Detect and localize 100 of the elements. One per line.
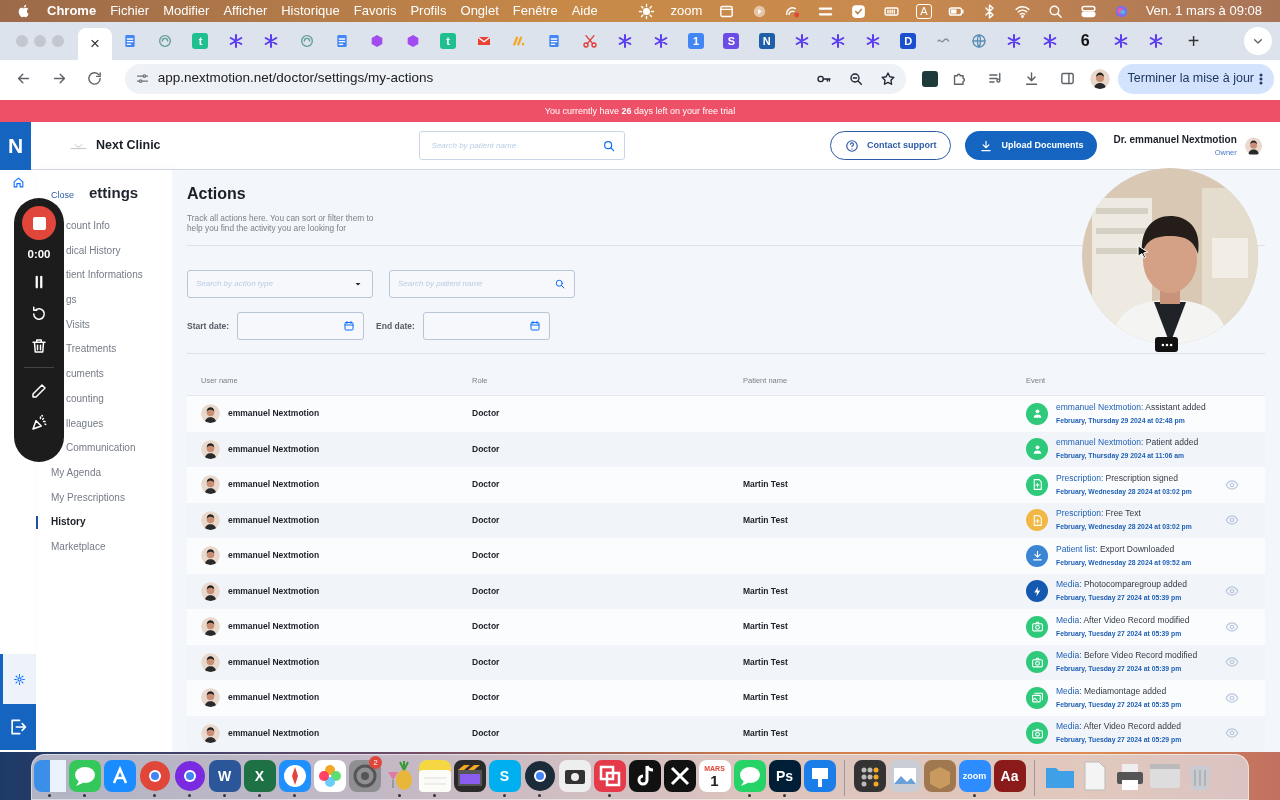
letter-app-icon[interactable]: X: [243, 760, 276, 792]
sidebar-item[interactable]: My Agenda: [51, 460, 102, 486]
menu-item[interactable]: Aide: [564, 1, 605, 21]
browser-tab[interactable]: 6: [1067, 26, 1103, 56]
browser-tab[interactable]: N: [749, 26, 785, 56]
user-name-cell: emmanuel Nextmotion: [228, 407, 320, 421]
letter-icon: S: [723, 33, 740, 49]
event-text: Media: Mediamontage added: [1056, 685, 1168, 697]
patient-name-cell-text: Martin Test: [743, 513, 789, 527]
user-name-cell: emmanuel Nextmotion: [228, 442, 320, 456]
patient-name-cell-text: Martin Test: [743, 478, 789, 492]
sidebar-item[interactable]: Treatments: [66, 337, 117, 363]
letter-app-icon[interactable]: zoom: [958, 760, 991, 792]
sidebar-item[interactable]: Marketplace: [51, 534, 106, 560]
checkmark-icon[interactable]: [850, 2, 868, 20]
clapperboard-icon[interactable]: [453, 760, 486, 792]
effects-button[interactable]: [30, 414, 48, 433]
sidebar-item[interactable]: lleagues: [66, 411, 104, 437]
squares-icon[interactable]: [593, 760, 626, 792]
browser-tab[interactable]: S: [713, 26, 750, 56]
sidebar-item[interactable]: count Info: [66, 214, 110, 239]
letter-icon: D: [900, 33, 917, 49]
start-date-field[interactable]: [237, 312, 365, 340]
search-icon: [601, 138, 616, 153]
browser-tab[interactable]: D: [890, 26, 926, 56]
sun-icon[interactable]: [637, 2, 655, 20]
logout-button[interactable]: [0, 704, 36, 750]
profile-avatar[interactable]: [1089, 68, 1110, 89]
sidebar-item[interactable]: dical History: [66, 238, 121, 264]
menu-item[interactable]: Chrome: [40, 1, 104, 21]
sidebar-item[interactable]: tient Informations: [66, 263, 143, 289]
close-link[interactable]: Close: [51, 189, 74, 201]
podium-icon[interactable]: [803, 760, 836, 792]
sidebar-item[interactable]: My Prescriptions: [51, 485, 125, 511]
letter-icon: t: [192, 33, 209, 49]
search-icon[interactable]: [1046, 2, 1064, 20]
contact-support-button[interactable]: Contact support: [829, 131, 952, 160]
browser-tab[interactable]: 1: [678, 26, 714, 56]
extension-icon[interactable]: [921, 70, 938, 87]
event-text: emmanuel Nextmotion: Patient added: [1056, 437, 1199, 449]
role-cell-text: Doctor: [472, 620, 501, 634]
sidebar-item[interactable]: Visits: [66, 312, 90, 338]
menu-item[interactable]: Favoris: [346, 1, 404, 21]
sidebar-item[interactable]: Communication: [66, 436, 136, 461]
two-tone-tile-icon[interactable]: [33, 760, 66, 792]
avatar: [201, 652, 220, 672]
letter-app-icon[interactable]: Ps: [768, 760, 801, 792]
input-source-indicator[interactable]: A: [916, 3, 932, 19]
draw-button[interactable]: [30, 382, 48, 401]
petals-icon[interactable]: [313, 760, 346, 792]
upload-documents-button[interactable]: Upload Documents: [965, 131, 1098, 160]
address-bar[interactable]: app.nextmotion.net/doctor/settings/my-actions: [124, 63, 906, 94]
menu-item[interactable]: Afficher: [216, 1, 275, 21]
more-options-button[interactable]: [1155, 337, 1178, 352]
browser-tab[interactable]: t: [182, 26, 219, 56]
role-cell-text: Doctor: [472, 513, 501, 527]
site-settings-icon[interactable]: [134, 71, 150, 86]
close-icon[interactable]: ×: [90, 31, 100, 57]
end-date-field[interactable]: [422, 312, 550, 340]
patient-name-cell-text: Martin Test: [743, 584, 789, 598]
app-logo[interactable]: N: [0, 121, 31, 170]
music-note-icon[interactable]: [628, 760, 661, 792]
menu-item[interactable]: Profils: [403, 1, 454, 21]
menu-item[interactable]: Modifier: [156, 1, 217, 21]
keypad-icon[interactable]: [853, 760, 886, 792]
status-text[interactable]: Ven. 1 mars à 09:08: [1137, 1, 1270, 21]
a-shape-icon[interactable]: [103, 760, 136, 792]
letter-app-icon[interactable]: Aa: [993, 760, 1026, 792]
menu-item[interactable]: Historique: [274, 1, 347, 21]
sidebar-item[interactable]: counting: [66, 386, 104, 412]
help-icon: [844, 138, 859, 153]
compass-icon[interactable]: [278, 760, 311, 792]
status-text[interactable]: zoom: [662, 1, 711, 21]
calendar-icon: [528, 320, 541, 332]
bookmark-star-icon[interactable]: [879, 70, 896, 87]
cross-icon[interactable]: [663, 760, 696, 792]
user-avatar[interactable]: [1244, 135, 1262, 156]
new-tab-button[interactable]: +: [1179, 31, 1208, 51]
browser-tab[interactable]: t: [430, 26, 466, 56]
box-icon[interactable]: [923, 760, 956, 792]
gear-icon[interactable]: [348, 760, 381, 792]
update-button[interactable]: Terminer la mise à jour: [1117, 63, 1274, 94]
avatar: [201, 439, 220, 459]
browser-tab[interactable]: ×: [78, 28, 112, 60]
zoom-out-icon[interactable]: [847, 70, 864, 87]
home-icon[interactable]: [11, 176, 25, 189]
menu-item[interactable]: Fenêtre: [505, 1, 565, 21]
delete-button[interactable]: [30, 337, 48, 356]
ring-icon[interactable]: [173, 760, 206, 792]
letter-app-icon[interactable]: S: [488, 760, 521, 792]
sidebar-item[interactable]: gs: [66, 288, 77, 313]
ring-icon[interactable]: [523, 760, 556, 792]
menu-item[interactable]: Fichier: [103, 1, 157, 21]
speech-bubble-icon[interactable]: [68, 760, 101, 792]
settings-nav-button[interactable]: [0, 654, 36, 704]
stop-recording-button[interactable]: [22, 206, 56, 240]
letter-app-icon[interactable]: W: [208, 760, 241, 792]
camera-icon[interactable]: [558, 760, 591, 792]
sidebar-item[interactable]: cuments: [66, 362, 104, 387]
menu-item[interactable]: Onglet: [453, 1, 506, 21]
